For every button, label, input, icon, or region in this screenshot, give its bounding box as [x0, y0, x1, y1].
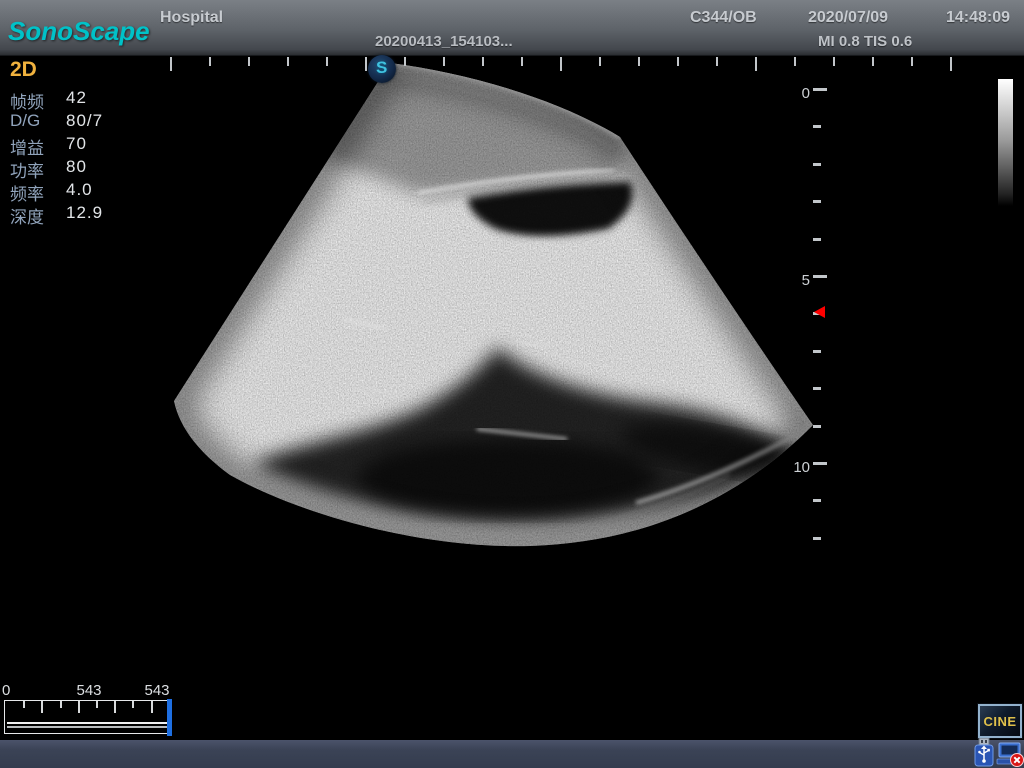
- ruler-tick: [813, 537, 821, 540]
- param-label: D/G: [10, 111, 66, 134]
- param-label: 帧频: [10, 88, 66, 111]
- ruler-tick: [404, 57, 406, 66]
- cine-scrubber[interactable]: [4, 700, 170, 734]
- param-value: 80: [66, 157, 87, 180]
- probe-preset: C344/OB: [690, 9, 757, 27]
- ruler-tick: [813, 163, 821, 166]
- cine-position-cursor[interactable]: [167, 699, 172, 736]
- network-disconnected-icon: [996, 742, 1024, 767]
- param-value: 70: [66, 134, 87, 157]
- ruler-tick: [813, 499, 821, 502]
- ruler-tick: [813, 200, 821, 203]
- ruler-tick: [521, 57, 523, 66]
- ruler-tick: [813, 238, 821, 241]
- param-label: 深度: [10, 203, 66, 226]
- ruler-tick: [813, 425, 821, 428]
- ultrasound-screen: SonoScape Hospital C344/OB 2020/07/09 14…: [0, 0, 1024, 768]
- ruler-tick: [813, 125, 821, 128]
- probe-marker-glyph: S: [376, 58, 387, 78]
- mi-tis-readout: MI 0.8 TIS 0.6: [818, 33, 912, 50]
- exam-id: 20200413_154103...: [375, 33, 513, 50]
- ruler-tick: [813, 462, 827, 465]
- ruler-tick: [209, 57, 211, 66]
- status-bar: [0, 740, 1024, 768]
- system-time: 14:48:09: [946, 9, 1010, 27]
- ruler-tick: [716, 57, 718, 66]
- header-bar: SonoScape Hospital C344/OB 2020/07/09 14…: [0, 0, 1024, 56]
- probe-orientation-marker: S: [368, 55, 396, 83]
- depth-label-0: 0: [786, 85, 810, 102]
- param-row-frequency: 频率 4.0: [10, 180, 103, 203]
- param-value: 80/7: [66, 111, 103, 134]
- param-label: 功率: [10, 157, 66, 180]
- cine-tick: [41, 701, 43, 713]
- grayscale-bar: [998, 79, 1013, 206]
- usb-icon: [972, 738, 995, 767]
- ruler-tick: [482, 57, 484, 66]
- ultrasound-image[interactable]: [168, 57, 818, 547]
- cine-tick: [60, 701, 62, 708]
- param-label: 增益: [10, 134, 66, 157]
- ruler-tick: [560, 57, 562, 71]
- ruler-tick: [326, 57, 328, 66]
- param-label: 频率: [10, 180, 66, 203]
- cine-progress-line: [7, 726, 167, 728]
- ruler-tick: [755, 57, 757, 71]
- param-value: 4.0: [66, 180, 93, 203]
- ruler-tick: [599, 57, 601, 66]
- param-value: 42: [66, 88, 87, 111]
- ruler-tick: [365, 57, 367, 71]
- param-value: 12.9: [66, 203, 103, 226]
- ruler-tick: [872, 57, 874, 66]
- mode-label: 2D: [10, 58, 103, 82]
- cine-tick: [96, 701, 98, 708]
- param-row-depth: 深度 12.9: [10, 203, 103, 226]
- param-row-dg: D/G 80/7: [10, 111, 103, 134]
- ruler-tick: [638, 57, 640, 66]
- cine-scale-total: 543: [136, 682, 178, 699]
- cine-scale-current: 543: [68, 682, 110, 699]
- param-row-gain: 增益 70: [10, 134, 103, 157]
- ruler-tick: [170, 57, 172, 71]
- ruler-tick: [813, 387, 821, 390]
- ruler-tick: [813, 275, 827, 278]
- ruler-tick: [287, 57, 289, 66]
- ruler-tick: [950, 57, 952, 71]
- depth-label-5: 5: [786, 272, 810, 289]
- fan-region: [168, 57, 818, 547]
- ruler-tick: [677, 57, 679, 66]
- cine-scale-start: 0: [2, 682, 10, 699]
- system-date: 2020/07/09: [808, 9, 888, 27]
- ruler-tick: [248, 57, 250, 66]
- cine-tick: [78, 701, 80, 713]
- cine-button[interactable]: CINE: [978, 704, 1022, 738]
- ruler-tick: [813, 350, 821, 353]
- parameter-panel: 2D 帧频 42 D/G 80/7 增益 70 功率 80 频率 4.0 深度 …: [10, 58, 103, 226]
- param-row-power: 功率 80: [10, 157, 103, 180]
- param-row-framerate: 帧频 42: [10, 88, 103, 111]
- ruler-tick: [813, 88, 827, 91]
- cine-tick: [151, 701, 153, 713]
- focus-marker-icon[interactable]: [814, 306, 825, 318]
- hospital-name: Hospital: [160, 9, 223, 27]
- ruler-tick: [833, 57, 835, 66]
- cine-progress-line: [7, 722, 167, 724]
- ruler-tick: [911, 57, 913, 66]
- depth-label-10: 10: [786, 459, 810, 476]
- ruler-tick: [794, 57, 796, 66]
- cine-tick: [23, 701, 25, 708]
- ruler-tick: [443, 57, 445, 66]
- brand-logo: SonoScape: [8, 16, 150, 47]
- cine-tick: [132, 701, 134, 708]
- cine-tick: [114, 701, 116, 713]
